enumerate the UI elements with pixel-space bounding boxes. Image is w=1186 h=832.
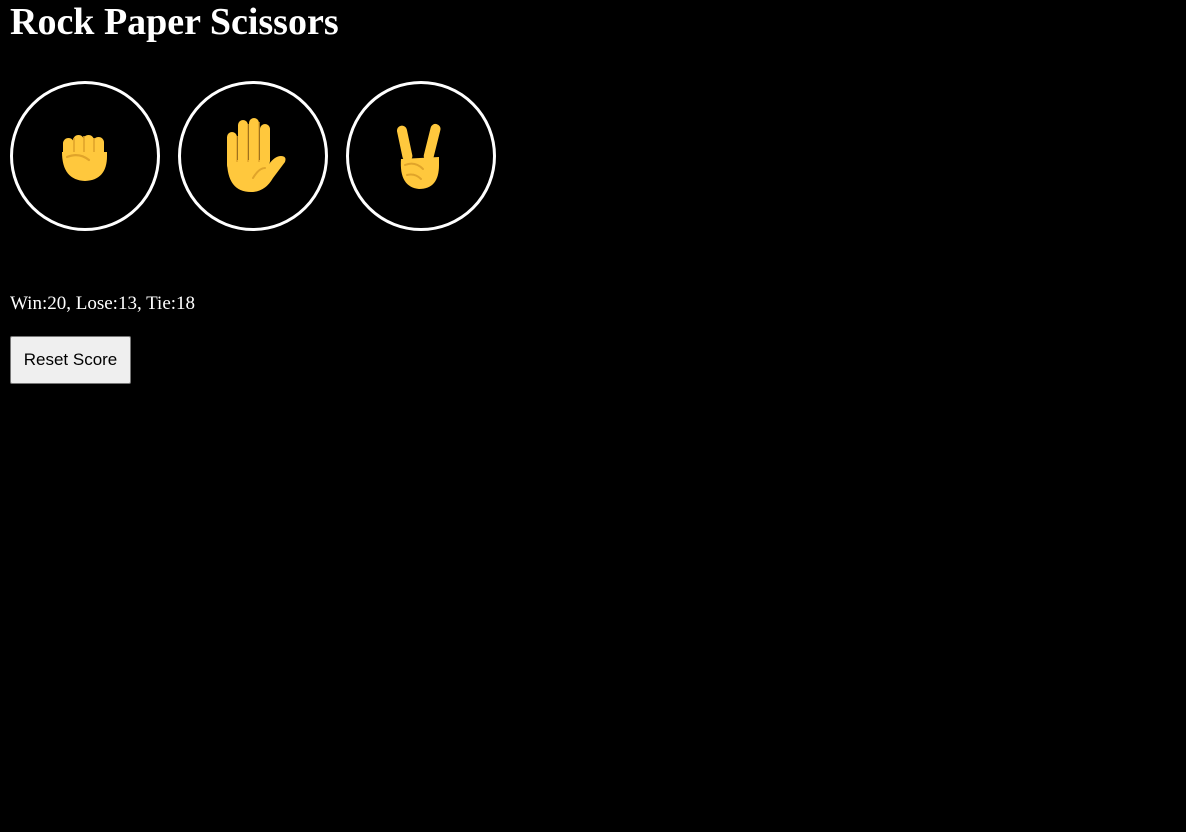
raised-hand-icon bbox=[227, 118, 286, 192]
paper-button[interactable] bbox=[178, 81, 328, 231]
reset-score-button[interactable]: Reset Score bbox=[10, 336, 131, 384]
victory-hand-icon bbox=[396, 123, 441, 189]
page-title: Rock Paper Scissors bbox=[10, 1, 339, 43]
rock-button[interactable] bbox=[10, 81, 160, 231]
score-text: Win:20, Lose:13, Tie:18 bbox=[10, 293, 196, 314]
scissors-button[interactable] bbox=[346, 81, 496, 231]
choice-buttons bbox=[10, 81, 496, 231]
raised-fist-icon bbox=[62, 135, 107, 181]
